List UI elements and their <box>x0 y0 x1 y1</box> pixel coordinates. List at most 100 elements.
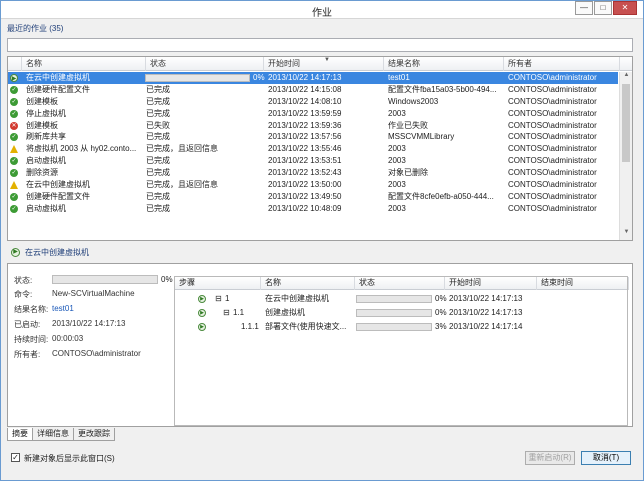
running-icon: ▶ <box>198 309 206 317</box>
completed-icon: ✓ <box>10 204 18 213</box>
job-name: 删除资源 <box>26 168 58 178</box>
job-owner: CONTOSO\administrator <box>508 84 597 94</box>
job-start-time: 2013/10/22 13:59:36 <box>268 120 342 130</box>
close-button[interactable]: ✕ <box>613 1 637 15</box>
step-row[interactable]: ▶ 1.1.1 部署文件(使用快速文... 3% 2013/10/22 14:17:14 <box>175 321 627 333</box>
column-header-step-name[interactable]: 名称 <box>261 277 355 290</box>
command-label: 命令: <box>14 290 33 299</box>
completed-icon: ✓ <box>10 133 18 142</box>
column-header-step-status[interactable]: 状态 <box>355 277 445 290</box>
job-owner: CONTOSO\administrator <box>508 96 597 106</box>
job-result-name: 2003 <box>388 156 406 166</box>
job-start-time: 2013/10/22 13:59:59 <box>268 108 342 118</box>
job-status: 已完成 <box>146 96 170 106</box>
table-row[interactable]: ✓ 删除资源 已完成 2013/10/22 13:52:43 对象已删除 CONTOSO\… <box>8 167 618 179</box>
status-progress-bar <box>52 275 158 284</box>
window-title: 作业 <box>312 8 332 19</box>
restart-button[interactable]: 重新启动(R) <box>525 451 575 465</box>
column-header-status[interactable]: 状态 <box>146 57 264 71</box>
started-label: 已启动: <box>14 320 41 329</box>
tab-change-tracking[interactable]: 更改跟踪 <box>73 428 115 441</box>
step-row[interactable]: ▶ ⊟ 1 在云中创建虚拟机 0% 2013/10/22 14:17:13 <box>175 293 627 305</box>
recent-jobs-label: 最近的作业 (35) <box>7 24 64 33</box>
tab-details[interactable]: 详细信息 <box>32 428 74 441</box>
job-start-time: 2013/10/22 14:17:13 <box>268 73 342 82</box>
table-row[interactable]: ✓ 创建模板 已完成 2013/10/22 14:08:10 Windows2003 CO… <box>8 96 618 108</box>
job-status: 已完成，且返回信息 <box>146 144 218 154</box>
job-start-time: 2013/10/22 13:52:43 <box>268 168 342 178</box>
table-row[interactable]: 在云中创建虚拟机 已完成，且返回信息 2013/10/22 13:50:00 2003… <box>8 179 618 191</box>
started-value: 2013/10/22 14:17:13 <box>52 319 126 328</box>
scrollbar-thumb[interactable] <box>622 84 630 162</box>
job-owner: CONTOSO\administrator <box>508 144 597 154</box>
table-row[interactable]: 将虚拟机 2003 从 hy02.conto... 已完成，且返回信息 2013/1… <box>8 143 618 155</box>
minimize-button[interactable]: — <box>575 1 593 15</box>
table-row[interactable]: ✓ 刷新库共享 已完成 2013/10/22 13:57:56 MSSCVMMLibra… <box>8 131 618 143</box>
maximize-button[interactable]: □ <box>594 1 612 15</box>
cancel-button[interactable]: 取消(T) <box>581 451 631 465</box>
job-result-name: 2003 <box>388 203 406 213</box>
jobs-window: 作业 — □ ✕ 最近的作业 (35) 名称 状态 开始时间 结果名称 所有者 … <box>0 0 644 481</box>
result-label: 结果名称: <box>14 305 49 314</box>
scroll-down-icon[interactable]: ▼ <box>620 229 632 240</box>
duration-value: 00:00:03 <box>52 334 84 343</box>
vertical-scrollbar[interactable]: ▲ ▼ <box>619 72 632 240</box>
running-icon: ▶ <box>10 74 18 82</box>
column-header-name[interactable]: 名称 <box>22 57 146 71</box>
job-name: 刷新库共享 <box>26 132 66 142</box>
command-value: New-SCVirtualMachine <box>52 289 135 298</box>
job-owner: CONTOSO\administrator <box>508 180 597 190</box>
step-start-time: 2013/10/22 14:17:13 <box>449 308 523 317</box>
completed-icon: ✓ <box>10 157 18 166</box>
show-window-label[interactable]: 新建对象后显示此窗口(S) <box>24 453 115 464</box>
job-name: 启动虚拟机 <box>26 156 66 166</box>
running-icon: ▶ <box>198 323 206 331</box>
selected-job-bar: ▶ 在云中创建虚拟机 <box>7 245 633 260</box>
job-start-time: 2013/10/22 13:50:00 <box>268 180 342 190</box>
warning-icon <box>10 181 18 190</box>
table-row[interactable]: ✓ 创建硬件配置文件 已完成 2013/10/22 13:49:50 配置文件8cfe0… <box>8 191 618 203</box>
collapse-icon[interactable]: ⊟ <box>223 307 230 319</box>
job-name: 创建模板 <box>26 96 58 106</box>
completed-icon: ✓ <box>10 109 18 118</box>
step-number: 1.1 <box>233 308 245 317</box>
status-percent: 0% <box>161 275 173 284</box>
table-row[interactable]: ✓ 启动虚拟机 已完成 2013/10/22 10:48:09 2003 CONTOSO\… <box>8 203 618 215</box>
table-row[interactable]: ✕ 创建模板 已失败 2013/10/22 13:59:36 作业已失败 CONTOSO\… <box>8 120 618 132</box>
result-link[interactable]: test01 <box>52 304 74 313</box>
step-row[interactable]: ▶ ⊟ 1.1 创建虚拟机 0% 2013/10/22 14:17:13 <box>175 307 627 319</box>
step-number: 1 <box>225 294 230 303</box>
scroll-up-icon[interactable]: ▲ <box>620 72 632 83</box>
jobs-grid: 名称 状态 开始时间 结果名称 所有者 ▼ ▶ 在云中创建虚拟机 0% 2013/10… <box>7 56 633 241</box>
column-header-owner[interactable]: 所有者 <box>504 57 620 71</box>
job-owner: CONTOSO\administrator <box>508 191 597 201</box>
duration-label: 持续时间: <box>14 335 49 344</box>
completed-icon: ✓ <box>10 192 18 201</box>
jobs-grid-header: 名称 状态 开始时间 结果名称 所有者 ▼ <box>8 57 632 71</box>
table-row[interactable]: ✓ 创建硬件配置文件 已完成 2013/10/22 14:15:08 配置文件fba15… <box>8 84 618 96</box>
step-name: 创建虚拟机 <box>265 308 305 317</box>
column-header-result-name[interactable]: 结果名称 <box>384 57 504 71</box>
show-window-checkbox[interactable]: ✓ <box>11 453 20 462</box>
job-result-name: 配置文件8cfe0efb-a050-444... <box>388 191 494 201</box>
table-row[interactable]: ✓ 停止虚拟机 已完成 2013/10/22 13:59:59 2003 CONTOSO\… <box>8 108 618 120</box>
collapse-icon[interactable]: ⊟ <box>215 293 222 305</box>
table-row[interactable]: ▶ 在云中创建虚拟机 0% 2013/10/22 14:17:13 test01 CONT… <box>8 72 618 84</box>
tab-summary[interactable]: 摘要 <box>7 428 33 441</box>
column-header-step[interactable]: 步骤 <box>175 277 261 290</box>
search-input[interactable] <box>8 39 632 51</box>
job-name: 创建硬件配置文件 <box>26 191 90 201</box>
job-name: 创建硬件配置文件 <box>26 84 90 94</box>
job-status: 已完成 <box>146 203 170 213</box>
selected-job-name: 在云中创建虚拟机 <box>25 248 89 257</box>
column-header-step-end[interactable]: 结束时间 <box>537 277 629 290</box>
job-name: 在云中创建虚拟机 <box>26 73 90 82</box>
job-result-name: 对象已删除 <box>388 168 428 178</box>
completed-icon: ✓ <box>10 97 18 106</box>
steps-grid: 步骤 名称 状态 开始时间 结束时间 ▶ ⊟ 1 在云中创建虚拟机 0% 2013/10/… <box>174 276 629 426</box>
job-name: 在云中创建虚拟机 <box>26 180 90 190</box>
column-header-step-start[interactable]: 开始时间 <box>445 277 537 290</box>
table-row[interactable]: ✓ 启动虚拟机 已完成 2013/10/22 13:53:51 2003 CONTOSO\… <box>8 155 618 167</box>
job-result-name: 2003 <box>388 180 406 190</box>
search-box[interactable] <box>7 38 633 52</box>
